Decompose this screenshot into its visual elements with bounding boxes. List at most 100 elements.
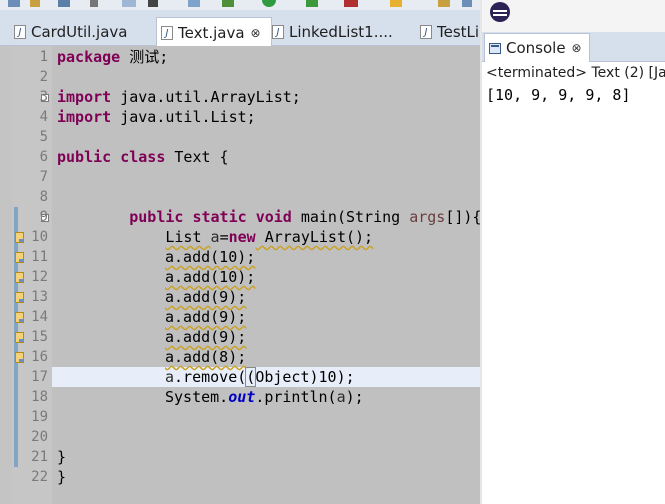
line-number: 22 [31,469,48,485]
toolbar-icon[interactable] [148,0,158,7]
perspective-bar [482,0,665,32]
line-number: 18 [31,389,48,405]
toolbar-icon[interactable] [8,0,20,7]
debug-icon[interactable] [222,0,234,7]
tab-linkedlist[interactable]: J LinkedList1.... [272,18,412,45]
run-icon[interactable] [262,0,276,7]
parameter: args [409,208,446,226]
code-text: Text { [165,148,229,166]
line-number: 5 [39,129,48,145]
code-text: ); [345,388,364,406]
java-file-icon: J [14,24,26,39]
code-line: a.add(9); [165,307,246,327]
closing-brace: } [57,468,67,486]
tab-cardutil[interactable]: J CardUtil.java [14,18,154,45]
java-file-icon: J [272,24,284,39]
code-line: a.add(9); [165,327,246,347]
code-text: = [219,228,229,246]
raw-type-warning: List [165,228,211,246]
code-text: a.add(9); [165,288,247,306]
code-line: System.out.println(a); [165,387,364,407]
tab-label: CardUtil.java [31,22,128,41]
change-indicator [14,387,18,467]
code-line: a.add(9); [165,287,246,307]
console-output-text: [10, 9, 9, 9, 8] [486,86,631,104]
tab-text-java[interactable]: J Text.java ⊗ [156,17,272,47]
variable: a [336,388,346,406]
line-number: 8 [39,189,48,205]
code-line: public class Text { [57,147,229,167]
toolbar-icon[interactable] [30,0,40,7]
tab-console[interactable]: Console ⊗ [484,33,590,62]
code-line-current: a.remove((Object)10); [165,367,355,387]
toolbar [0,0,482,10]
code-text: System. [165,388,229,406]
close-icon[interactable]: ⊗ [251,26,261,40]
code-text: java.util.ArrayList; [111,88,301,106]
code-text: 测试; [120,48,169,66]
line-number: 11 [31,249,48,265]
toolbar-icon[interactable] [122,0,136,7]
line-number: 19 [31,409,48,425]
code-text: a.add(8); [165,348,247,366]
toolbar-icon[interactable] [306,0,318,7]
console-tab-label: Console [506,39,566,57]
code-line: a.add(10); [165,247,255,267]
editor-tab-bar: J CardUtil.java J Text.java ⊗ J LinkedLi… [0,10,482,47]
line-number: 21 [31,449,48,465]
code-text: a.add(9); [165,308,247,326]
code-line: List a=new ArrayList(); [57,227,373,247]
line-number: 14 [31,309,48,325]
static-field: out [228,388,256,406]
code-text: a.add(10); [165,268,256,286]
code-text: .println( [255,388,337,406]
tab-label: TestLi [437,22,480,41]
line-number: 9 [39,209,48,225]
code-text: .remove( [174,368,247,386]
line-number: 1 [39,49,48,65]
variable: a [210,228,220,246]
close-icon[interactable]: ⊗ [572,41,582,55]
toolbar-icon[interactable] [438,0,450,7]
code-text: []){ [445,208,482,226]
toolbar-icon[interactable] [390,0,402,7]
console-output-area[interactable] [482,62,665,504]
code-line: a.add(10); [165,267,255,287]
tab-label: LinkedList1.... [289,22,393,41]
line-number: 13 [31,289,48,305]
line-number: 4 [39,109,48,125]
code-line: public static void main(String args[]){ [57,207,481,227]
variable: a [165,368,175,386]
code-line: import java.util.List; [57,107,256,127]
keyword: public [57,148,112,166]
java-file-icon: J [161,25,173,40]
keyword: package [57,48,121,66]
console-icon [489,42,501,54]
code-text: a.add(9); [165,328,247,346]
external-tools-icon[interactable] [344,0,358,7]
line-number: 12 [31,269,48,285]
keyword: import [57,108,112,126]
keyword: static [192,208,247,226]
keyword: import [57,88,112,106]
keyword: public [129,208,184,226]
toolbar-icon[interactable] [90,0,98,7]
toolbar-icon[interactable] [58,0,70,7]
code-text: Object)10); [255,368,355,386]
eclipse-logo-icon[interactable] [490,2,510,22]
code-line: a.add(8); [165,347,246,367]
line-number: 10 [31,229,48,245]
toolbar-icon[interactable] [188,0,200,7]
line-number: 17 [31,369,48,385]
tab-label: Text.java [178,23,245,42]
line-number: 20 [31,429,48,445]
raw-type-warning: ArrayList(); [255,228,374,246]
toolbar-icon[interactable] [462,0,472,7]
code-line: import java.util.ArrayList; [57,87,301,107]
code-line: } [57,467,66,487]
console-status: <terminated> Text (2) [Ja [486,65,665,81]
line-number: 7 [39,169,48,185]
tab-testlist[interactable]: J TestLi [420,18,482,45]
